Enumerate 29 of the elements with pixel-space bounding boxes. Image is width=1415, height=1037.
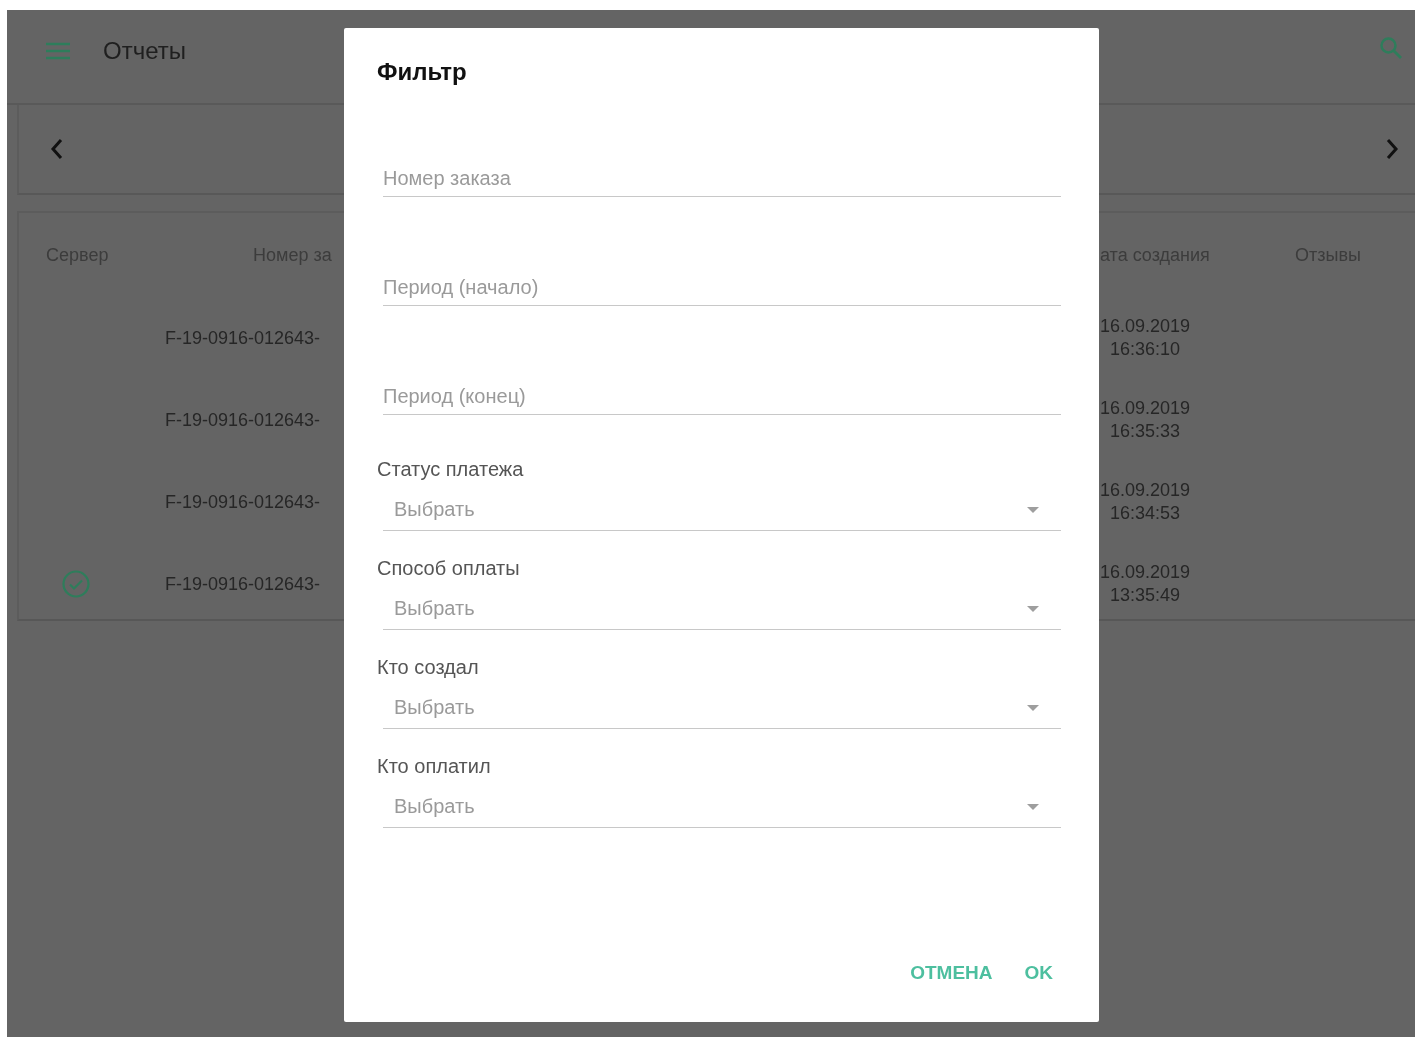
field-label: Способ оплаты [377,557,520,580]
table-cell: F-19-0916-012643- [165,327,321,349]
dialog-title: Фильтр [377,58,468,87]
dropdown-field[interactable]: Выбрать [383,786,1061,828]
field-label: Кто создал [377,656,479,679]
caret-icon [1027,506,1039,513]
field-label: Кто оплатил [377,755,491,778]
table-cell: 16.09.2019 16:36:10 [1100,315,1191,361]
dialog-button[interactable]: OK [1016,954,1061,992]
dialog-button[interactable]: ОТМЕНА [902,954,1001,992]
table-cell: F-19-0916-012643- [165,573,321,595]
chevron-left-icon[interactable] [50,138,64,160]
table-cell: 16.09.2019 16:34:53 [1100,479,1191,525]
table-cell: F-19-0916-012643- [165,409,321,431]
dropdown-field[interactable]: Выбрать [383,489,1061,531]
input-field[interactable]: Период (конец) [383,385,1061,415]
caret-icon [1027,605,1039,612]
toolbar-title: Отчеты [103,36,186,65]
caret-icon [1027,704,1039,711]
input-field[interactable]: Период (начало) [383,276,1061,306]
table-cell: 16.09.2019 16:35:33 [1100,397,1191,443]
input-field[interactable]: Номер заказа [383,167,1061,197]
field-label: Статус платежа [377,458,524,481]
dropdown-field[interactable]: Выбрать [383,588,1061,630]
table-cell: F-19-0916-012643- [165,491,321,513]
dropdown-field[interactable]: Выбрать [383,687,1061,729]
table-cell: 16.09.2019 13:35:49 [1100,561,1191,607]
chevron-right-icon[interactable] [1385,138,1399,160]
caret-icon [1027,803,1039,810]
